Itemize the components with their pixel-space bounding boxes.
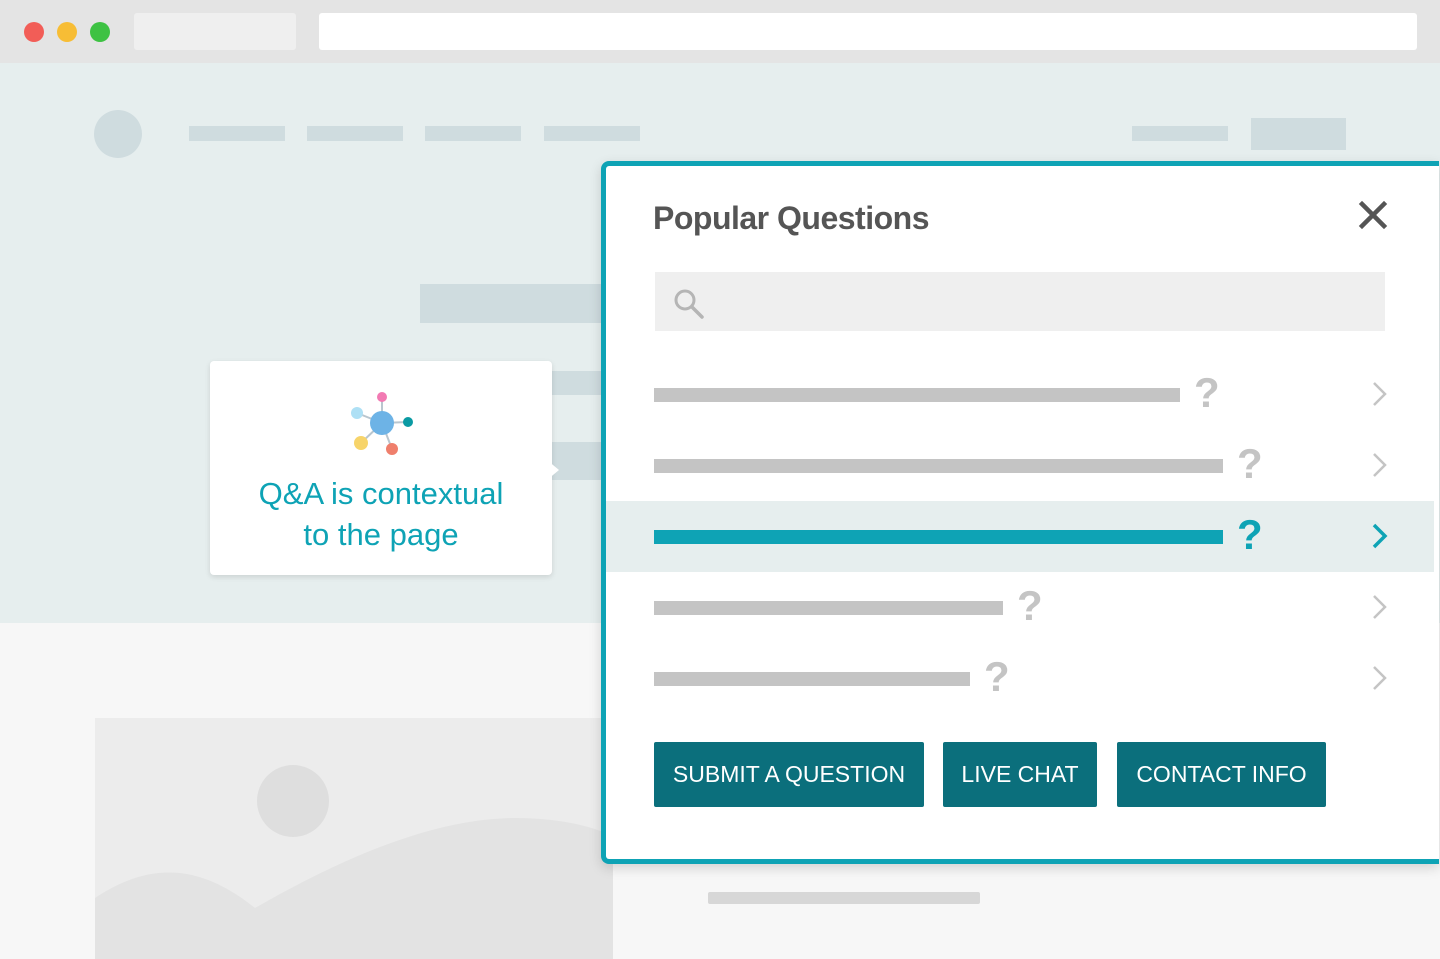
modal-title: Popular Questions bbox=[653, 200, 929, 236]
chevron-right-icon bbox=[1373, 453, 1387, 477]
image-placeholder bbox=[95, 718, 613, 959]
question-text-placeholder bbox=[654, 388, 1180, 402]
window-maximize-dot[interactable] bbox=[90, 22, 110, 42]
question-row[interactable]: ? bbox=[606, 572, 1434, 643]
hero-heading-placeholder bbox=[420, 284, 620, 323]
question-text-placeholder bbox=[654, 672, 970, 686]
question-text-placeholder bbox=[654, 601, 1003, 615]
window-minimize-dot[interactable] bbox=[57, 22, 77, 42]
nav-link-placeholder[interactable] bbox=[189, 126, 285, 141]
window-close-dot[interactable] bbox=[24, 22, 44, 42]
question-mark-icon: ? bbox=[1237, 511, 1263, 558]
chevron-right-icon bbox=[1373, 595, 1387, 619]
qa-callout: Q&A is contextual to the page bbox=[210, 361, 552, 575]
callout-pointer bbox=[547, 460, 559, 480]
question-mark-icon: ? bbox=[1017, 582, 1043, 629]
landscape-image-icon bbox=[95, 765, 613, 959]
callout-line-1: Q&A is contextual bbox=[258, 476, 504, 511]
question-mark-icon: ? bbox=[1194, 369, 1220, 416]
text-line-placeholder bbox=[708, 892, 980, 904]
browser-tab[interactable] bbox=[134, 13, 296, 50]
network-nodes-icon bbox=[351, 392, 413, 455]
chevron-right-icon bbox=[1373, 382, 1387, 406]
submit-question-button[interactable]: SUBMIT A QUESTION bbox=[654, 742, 924, 807]
nav-link-placeholder[interactable] bbox=[1132, 126, 1228, 141]
live-chat-button[interactable]: LIVE CHAT bbox=[943, 742, 1097, 807]
nav-link-placeholder[interactable] bbox=[307, 126, 403, 141]
question-row[interactable]: ? bbox=[606, 359, 1434, 430]
chevron-right-icon bbox=[1372, 523, 1388, 549]
question-row-active[interactable]: ? bbox=[606, 501, 1434, 572]
search-input[interactable] bbox=[655, 272, 1385, 331]
site-logo-placeholder bbox=[94, 110, 142, 158]
question-text-placeholder bbox=[654, 530, 1223, 544]
question-text-placeholder bbox=[654, 459, 1223, 473]
chevron-right-icon bbox=[1373, 666, 1387, 690]
question-mark-icon: ? bbox=[1237, 440, 1263, 487]
contact-info-button[interactable]: CONTACT INFO bbox=[1117, 742, 1326, 807]
question-row[interactable]: ? bbox=[606, 430, 1434, 501]
nav-link-placeholder[interactable] bbox=[544, 126, 640, 141]
nav-button-placeholder[interactable] bbox=[1251, 118, 1346, 150]
callout-line-2: to the page bbox=[303, 517, 459, 552]
question-mark-icon: ? bbox=[984, 653, 1010, 700]
nav-link-placeholder[interactable] bbox=[425, 126, 521, 141]
question-row[interactable]: ? bbox=[606, 643, 1434, 714]
close-icon[interactable] bbox=[1356, 198, 1390, 232]
callout-text: Q&A is contextual to the page bbox=[210, 473, 552, 555]
address-bar[interactable] bbox=[319, 13, 1417, 50]
search-icon bbox=[673, 288, 705, 320]
